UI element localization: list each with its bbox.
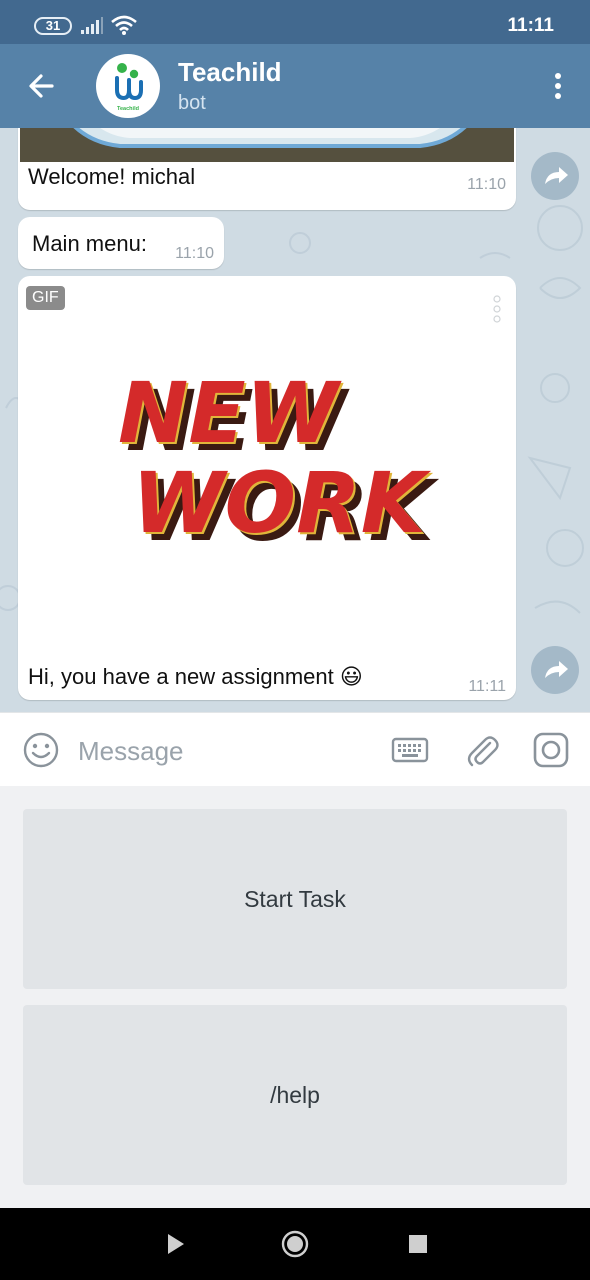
message-text: Hi, you have a new assignment 😃 — [28, 664, 363, 689]
attach-icon[interactable] — [463, 731, 501, 769]
gif-animation: NEW NEW NEW WORK WORK WORK — [118, 364, 440, 554]
chat-subtitle: bot — [178, 92, 206, 114]
home-nav-icon[interactable] — [281, 1230, 309, 1258]
message-bubble[interactable]: Welcome! michal 11:10 — [18, 128, 516, 210]
message-time: 11:10 — [175, 245, 214, 262]
forward-button[interactable] — [531, 152, 579, 200]
message-input[interactable] — [78, 731, 368, 771]
gif-line1: NEW — [118, 364, 343, 462]
gif-message-bubble[interactable]: GIF NEW NEW NEW WORK WORK WORK Hi, you h… — [18, 276, 516, 700]
more-options-icon[interactable] — [548, 68, 568, 104]
emoji-icon[interactable] — [22, 731, 60, 769]
chat-area[interactable]: Welcome! michal 11:10 Main menu: 11:10 G… — [0, 128, 590, 712]
camera-icon[interactable] — [532, 731, 570, 769]
wifi-icon — [111, 15, 137, 35]
status-bar: 31 11:11 — [0, 0, 590, 44]
gif-menu-icon[interactable] — [492, 294, 502, 324]
help-button[interactable]: /help — [23, 1005, 567, 1185]
teachild-logo: Teachild — [115, 63, 143, 112]
avatar[interactable]: Teachild — [96, 54, 160, 118]
back-nav-icon[interactable] — [162, 1230, 190, 1258]
battery-indicator: 31 — [34, 17, 72, 35]
status-time: 11:11 — [507, 15, 555, 36]
back-arrow-icon[interactable] — [22, 66, 62, 106]
forward-icon — [545, 661, 568, 678]
gif-line2: WORK — [132, 454, 432, 552]
message-composer — [0, 712, 590, 786]
logo-text: Teachild — [117, 106, 139, 112]
recents-nav-icon[interactable] — [404, 1230, 432, 1258]
message-time: 11:11 — [468, 678, 506, 695]
forward-icon — [545, 167, 568, 184]
chat-header: Teachild Teachild bot — [0, 44, 590, 128]
start-task-button[interactable]: Start Task — [23, 809, 567, 989]
message-text: Welcome! michal — [28, 164, 196, 189]
message-bubble[interactable]: Main menu: 11:10 — [18, 217, 224, 269]
message-time: 11:10 — [467, 176, 506, 193]
chat-title[interactable]: Teachild — [178, 57, 282, 88]
forward-button[interactable] — [531, 646, 579, 694]
signal-icon — [81, 17, 103, 34]
gif-badge: GIF — [26, 286, 65, 310]
system-nav-bar — [0, 1208, 590, 1280]
message-text: Main menu: — [32, 231, 147, 256]
keyboard-icon[interactable] — [391, 731, 429, 769]
bot-keyboard: Start Task /help — [0, 786, 590, 1208]
message-image — [20, 128, 514, 162]
